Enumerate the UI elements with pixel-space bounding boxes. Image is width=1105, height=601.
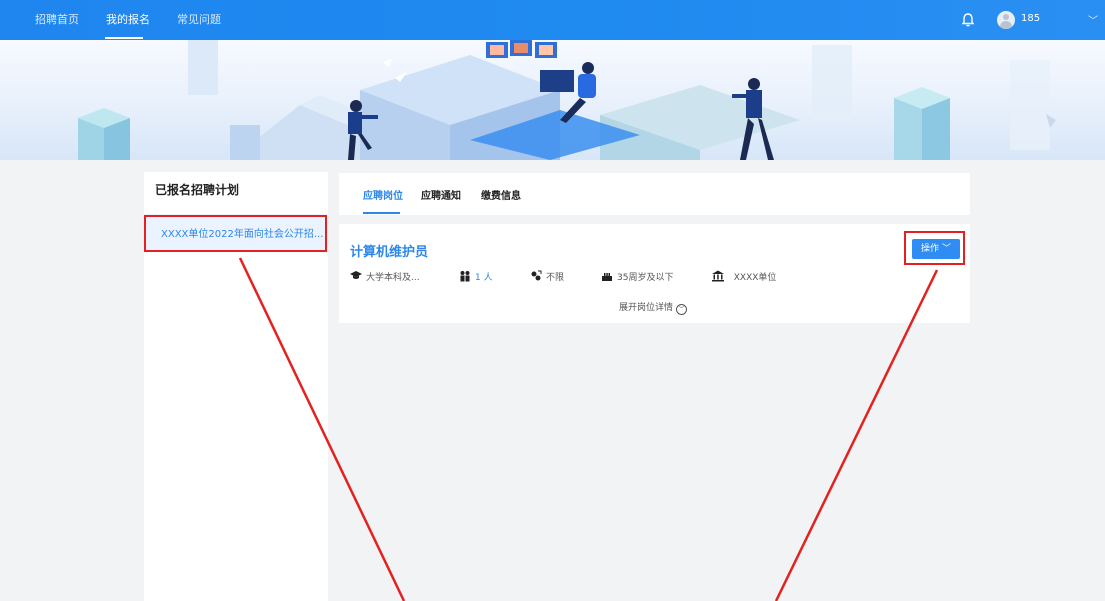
birthday-cake-icon bbox=[602, 273, 612, 281]
bell-icon[interactable] bbox=[960, 12, 976, 28]
gender-requirement: 不限 bbox=[530, 270, 564, 284]
job-title: 计算机维护员 bbox=[350, 245, 429, 260]
nav-active-indicator bbox=[105, 37, 143, 39]
job-card: 计算机维护员 操作 ﹀ 大学本科及... 1 人 不限 35周岁及以下 XXXX… bbox=[339, 224, 970, 323]
education-requirement: 大学本科及... bbox=[350, 270, 420, 284]
people-icon bbox=[460, 271, 470, 282]
tab-payment[interactable]: 缴费信息 bbox=[481, 187, 521, 202]
nav-my-registration[interactable]: 我的报名 bbox=[106, 12, 150, 28]
gender-icon bbox=[531, 270, 542, 281]
age-requirement: 35周岁及以下 bbox=[601, 270, 673, 284]
annotation-box-plan bbox=[144, 215, 327, 252]
tab-bar: 应聘岗位 应聘通知 缴费信息 bbox=[339, 173, 970, 215]
tab-notices[interactable]: 应聘通知 bbox=[421, 187, 461, 202]
chevron-down-icon[interactable]: ﹀ bbox=[1088, 12, 1098, 27]
user-name[interactable]: 185 bbox=[1021, 13, 1040, 24]
chevron-down-circle-icon: ﹀ bbox=[676, 304, 688, 315]
headcount: 1 人 bbox=[459, 270, 493, 284]
expand-details-link[interactable]: 展开岗位详情 ﹀ bbox=[619, 300, 688, 315]
panel-title: 已报名招聘计划 bbox=[155, 183, 240, 197]
expand-details-label: 展开岗位详情 bbox=[619, 303, 674, 313]
annotation-box-action bbox=[904, 231, 965, 265]
banner-illustration bbox=[0, 40, 1105, 160]
tab-positions[interactable]: 应聘岗位 bbox=[363, 187, 403, 202]
nav-home[interactable]: 招聘首页 bbox=[35, 12, 79, 28]
employer-org: XXXX单位 bbox=[712, 270, 776, 284]
avatar-icon[interactable] bbox=[997, 11, 1015, 29]
graduation-cap-icon bbox=[350, 271, 362, 279]
nav-faq[interactable]: 常见问题 bbox=[177, 12, 221, 28]
institution-icon bbox=[712, 270, 724, 282]
top-nav-bar: 招聘首页 我的报名 常见问题 185 ﹀ bbox=[0, 0, 1105, 40]
tab-active-indicator bbox=[363, 212, 400, 214]
